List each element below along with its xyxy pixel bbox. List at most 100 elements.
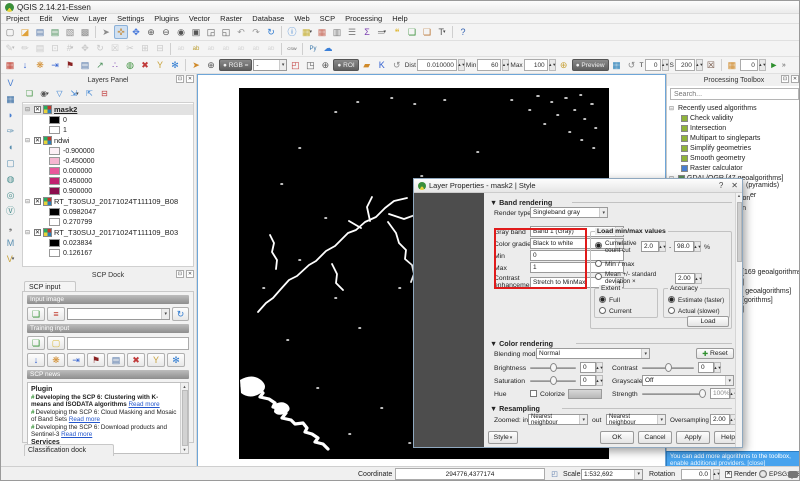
- text-annotation-icon[interactable]: T▾: [435, 25, 449, 39]
- scp-count-input[interactable]: 0: [740, 59, 758, 71]
- grayscale-combo[interactable]: Off▾: [642, 375, 734, 386]
- color-rendering-header[interactable]: ▼ Color rendering: [490, 339, 553, 348]
- scp-new-training-icon[interactable]: ❏: [27, 336, 45, 350]
- cumulative-min-input[interactable]: 2.0: [641, 241, 659, 252]
- expander-icon[interactable]: ⊟: [669, 105, 676, 112]
- save-edits-icon[interactable]: ▤: [33, 42, 47, 56]
- add-wcs-layer-icon[interactable]: ◎: [3, 188, 18, 203]
- menu-settings[interactable]: Settings: [112, 14, 149, 24]
- scroll-up-icon[interactable]: ▲: [183, 384, 187, 389]
- scroll-thumb[interactable]: [737, 202, 742, 262]
- touch-zoom-icon[interactable]: ➤: [99, 25, 113, 39]
- scp-rgb-zoom2-icon[interactable]: ◳: [303, 58, 317, 72]
- statistics-icon[interactable]: Σ: [360, 25, 374, 39]
- scroll-up-icon[interactable]: ▲: [737, 193, 741, 198]
- layer-checkbox[interactable]: ✕: [34, 198, 41, 205]
- layer-row[interactable]: ⊟✕ndwi: [23, 135, 193, 146]
- scp-roi-k-icon[interactable]: K: [375, 58, 389, 72]
- add-postgis-layer-icon[interactable]: ◗: [3, 108, 18, 123]
- read-more-link[interactable]: Read more: [129, 401, 160, 408]
- cancel-button[interactable]: Cancel: [638, 431, 672, 444]
- search-input[interactable]: [670, 88, 799, 100]
- scp-count-spinner[interactable]: ▲▼: [759, 59, 766, 71]
- tree-item[interactable]: Simplify geometries: [669, 143, 799, 153]
- composer-manager-icon[interactable]: ▩: [78, 25, 92, 39]
- layer-row[interactable]: ⊟✕mask2: [23, 104, 193, 115]
- new-bookmark-icon[interactable]: ❏: [405, 25, 419, 39]
- rotation-input[interactable]: 0.0: [681, 469, 711, 480]
- dialog-help-icon[interactable]: ?: [719, 181, 723, 190]
- menu-database[interactable]: Database: [247, 14, 289, 24]
- reset-button[interactable]: ✚Reset: [696, 348, 734, 359]
- saturation-slider[interactable]: [530, 376, 576, 385]
- colorize-swatch[interactable]: [568, 389, 602, 399]
- help-icon[interactable]: ?: [456, 25, 470, 39]
- scp-roi-draw-icon[interactable]: ▰: [360, 58, 374, 72]
- ok-button[interactable]: OK: [600, 431, 634, 444]
- node-tool-icon[interactable]: #▾: [63, 42, 77, 56]
- scp-undo-icon[interactable]: ↺: [390, 58, 404, 72]
- scp-roi-pointer-icon[interactable]: ◍: [123, 58, 137, 72]
- zoom-out-icon[interactable]: ⊖: [159, 25, 173, 39]
- scp-dock-settings-icon[interactable]: ✻: [167, 353, 185, 367]
- new-shapefile-layer-icon[interactable]: V▾: [3, 252, 18, 267]
- scp-export-icon[interactable]: ⚑: [63, 58, 77, 72]
- scp-signature-icon[interactable]: Y: [153, 58, 167, 72]
- zoomed-in-combo[interactable]: Nearest neighbour▾: [528, 414, 588, 425]
- zoom-next-icon[interactable]: ↷: [249, 25, 263, 39]
- scroll-down-icon[interactable]: ▼: [183, 447, 187, 452]
- label-layer-icon[interactable]: ab: [189, 42, 203, 56]
- dialog-close-icon[interactable]: ✕: [731, 181, 738, 190]
- new-project-icon[interactable]: ▢: [3, 25, 17, 39]
- input-image-combo[interactable]: ▾: [67, 308, 170, 320]
- layer-row[interactable]: ⊟✕RT_T30SUJ_20171024T111109_B03: [23, 227, 193, 238]
- zoom-last-icon[interactable]: ↶: [234, 25, 248, 39]
- tree-item[interactable]: Intersection: [669, 123, 799, 133]
- expander-icon[interactable]: ⊟: [25, 106, 32, 113]
- add-wms-layer-icon[interactable]: ◍: [3, 172, 18, 187]
- scp-trash-icon[interactable]: ☒: [704, 58, 718, 72]
- scp-rgb-windows-icon[interactable]: ▦: [610, 58, 624, 72]
- float-panel-icon[interactable]: ⊡: [176, 270, 184, 278]
- mean-stddev-spinner[interactable]: ▲▼: [695, 273, 702, 284]
- apply-button[interactable]: Apply: [676, 431, 710, 444]
- scp-min-spinner[interactable]: ▲▼: [502, 59, 509, 71]
- current-edits-icon[interactable]: ✎▾: [3, 42, 17, 56]
- expander-icon[interactable]: ⊟: [25, 198, 32, 205]
- layer-row[interactable]: ⊟✕RT_T30SUJ_20171024T111109_B08: [23, 196, 193, 207]
- tree-item[interactable]: Multipart to singleparts: [669, 133, 799, 143]
- accuracy-estimate-radio[interactable]: [668, 296, 675, 303]
- add-virtual-layer-icon[interactable]: M: [3, 236, 18, 251]
- move-feature-icon[interactable]: ✥: [78, 42, 92, 56]
- menu-project[interactable]: Project: [1, 14, 34, 24]
- tree-item[interactable]: ⊟Recently used algorithms: [669, 103, 799, 113]
- mean-stddev-radio[interactable]: [595, 273, 602, 280]
- load-button[interactable]: Load: [687, 316, 729, 327]
- blending-mode-combo[interactable]: Normal▾: [536, 348, 650, 359]
- scp-min-input[interactable]: 60: [477, 59, 501, 71]
- menu-web[interactable]: Web: [289, 14, 314, 24]
- brightness-input[interactable]: 0: [580, 362, 596, 373]
- render-type-combo[interactable]: Singleband gray▾: [530, 207, 608, 218]
- cumulative-min-spinner[interactable]: ▲▼: [659, 241, 666, 252]
- label-highlight-icon[interactable]: ab: [174, 42, 188, 56]
- menu-help[interactable]: Help: [387, 14, 412, 24]
- menu-vector[interactable]: Vector: [184, 14, 215, 24]
- strength-input[interactable]: 100%: [710, 388, 730, 399]
- scp-open-raster-icon[interactable]: ❏: [27, 307, 45, 321]
- close-panel-icon[interactable]: ✕: [186, 75, 194, 83]
- tree-item[interactable]: Smooth geometry: [669, 153, 799, 163]
- label-pin-icon[interactable]: ab: [204, 42, 218, 56]
- scp-s-spinner[interactable]: ▲▼: [696, 59, 703, 71]
- expander-icon[interactable]: ⊟: [25, 137, 32, 144]
- expand-all-icon[interactable]: ⇲▾: [68, 88, 81, 101]
- pan-map-icon[interactable]: ✜: [114, 25, 128, 39]
- add-spatialite-layer-icon[interactable]: ✑: [3, 124, 18, 139]
- float-panel-icon[interactable]: ⊡: [781, 75, 789, 83]
- crs-globe-icon[interactable]: [759, 470, 767, 478]
- extent-toggle-icon[interactable]: ◰: [549, 469, 560, 480]
- remove-layer-icon[interactable]: ⊟: [98, 88, 111, 101]
- scp-tools-gears-icon[interactable]: ❋: [33, 58, 47, 72]
- attribute-table-icon[interactable]: ▥: [330, 25, 344, 39]
- menu-raster[interactable]: Raster: [215, 14, 247, 24]
